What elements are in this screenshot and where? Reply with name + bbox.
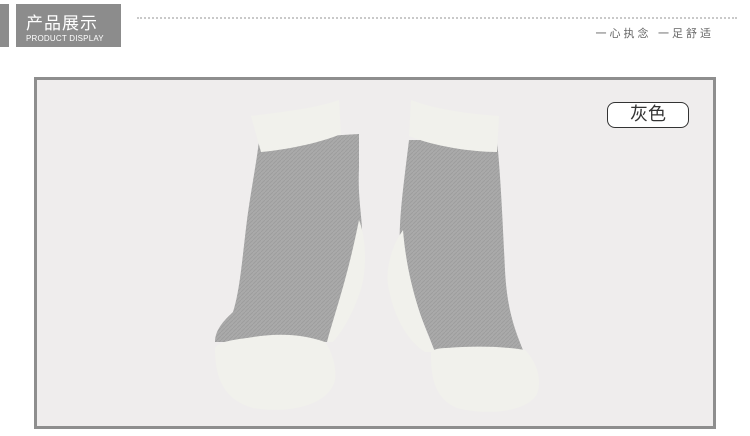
section-title: 产品展示 (26, 14, 98, 34)
product-image-frame: 灰色 (34, 77, 716, 429)
left-sock (215, 100, 365, 410)
right-sock (387, 100, 540, 412)
slogan-text: 一心执念 一足舒适 (595, 27, 714, 40)
color-tag: 灰色 (607, 102, 689, 128)
header-accent-bar (0, 4, 9, 47)
socks-image (215, 100, 540, 412)
section-header: 产品展示 PRODUCT DISPLAY (16, 4, 121, 47)
header-divider (137, 17, 737, 19)
section-subtitle: PRODUCT DISPLAY (26, 34, 104, 43)
